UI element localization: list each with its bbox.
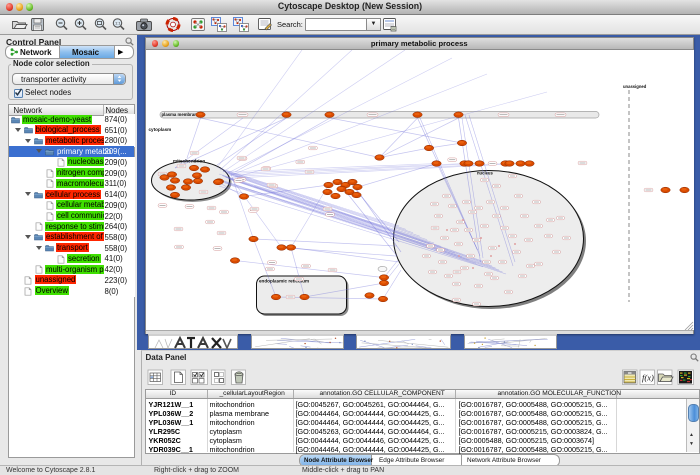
svg-text:1:1: 1:1 xyxy=(115,21,121,26)
svg-text:nucleus: nucleus xyxy=(477,171,493,176)
svg-text:plasma membrane: plasma membrane xyxy=(161,112,199,117)
svg-text:f(x): f(x) xyxy=(642,373,654,383)
svg-text:unassigned: unassigned xyxy=(623,84,647,89)
svg-text:cytoplasm: cytoplasm xyxy=(148,127,171,132)
svg-text:mitochondrion: mitochondrion xyxy=(173,159,205,164)
